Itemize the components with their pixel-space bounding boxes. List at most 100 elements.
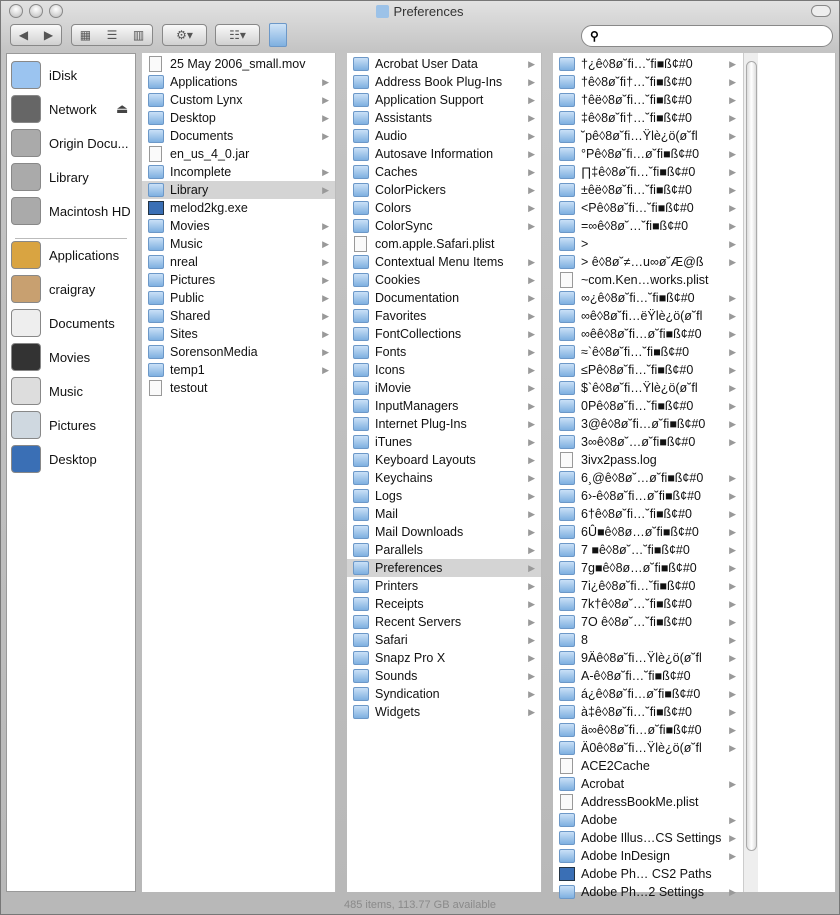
list-item[interactable]: 3ivx2pass.log (553, 451, 742, 469)
list-item[interactable]: melod2kg.exe (142, 199, 335, 217)
sidebar-item[interactable]: Applications (11, 240, 119, 270)
list-item[interactable]: <Pê◊8ø˘fi…˘fi■ß¢#0 ▶ (553, 199, 742, 217)
list-item[interactable]: Parallels ▶ (347, 541, 541, 559)
list-item[interactable]: Pictures ▶ (142, 271, 335, 289)
list-item[interactable]: nreal ▶ (142, 253, 335, 271)
list-item[interactable]: Incomplete ▶ (142, 163, 335, 181)
list-item[interactable]: en_us_4_0.jar (142, 145, 335, 163)
list-item[interactable]: Desktop ▶ (142, 109, 335, 127)
list-item[interactable]: Adobe InDesign ▶ (553, 847, 742, 865)
list-item[interactable]: 6Û■ê◊8ø…ø˘fi■ß¢#0 ▶ (553, 523, 742, 541)
list-item[interactable]: ≈`ê◊8ø˘fi…˘fi■ß¢#0 ▶ (553, 343, 742, 361)
list-item[interactable]: Adobe Ph… CS2 Paths (553, 865, 742, 883)
list-item[interactable]: temp1 ▶ (142, 361, 335, 379)
list-item[interactable]: ˘pê◊8ø˘fi…Ÿlè¿ö(ø˘fl ▶ (553, 127, 742, 145)
list-item[interactable]: Acrobat User Data ▶ (347, 55, 541, 73)
back-button[interactable]: ◀ (19, 28, 28, 42)
column-view-button[interactable]: ▥ (133, 28, 144, 42)
list-item[interactable]: Assistants ▶ (347, 109, 541, 127)
list-item[interactable]: Widgets ▶ (347, 703, 541, 721)
list-item[interactable]: Colors ▶ (347, 199, 541, 217)
list-item[interactable]: ∞ê◊8ø˘fi…ëŸlè¿ö(ø˘fl ▶ (553, 307, 742, 325)
list-item[interactable]: Library ▶ (142, 181, 335, 199)
list-item[interactable]: ColorSync ▶ (347, 217, 541, 235)
list-item[interactable]: Ä0ê◊8ø˘fi…Ÿlè¿ö(ø˘fl ▶ (553, 739, 742, 757)
eject-icon[interactable]: ⏏ (116, 101, 128, 117)
sidebar-item[interactable]: Movies (11, 342, 90, 372)
list-item[interactable]: Fonts ▶ (347, 343, 541, 361)
list-item[interactable]: FontCollections ▶ (347, 325, 541, 343)
sidebar-item[interactable]: Network ⏏ (11, 94, 128, 124)
list-item[interactable]: Recent Servers ▶ (347, 613, 541, 631)
list-item[interactable]: Documents ▶ (142, 127, 335, 145)
list-item[interactable]: °Pê◊8ø˘fi…ø˘fi■ß¢#0 ▶ (553, 145, 742, 163)
list-item[interactable]: Contextual Menu Items ▶ (347, 253, 541, 271)
icon-view-button[interactable]: ▦ (80, 28, 91, 42)
list-item[interactable]: ‡ê◊8ø˘fi†…˘fi■ß¢#0 ▶ (553, 109, 742, 127)
list-item[interactable]: =∞ê◊8ø˘…˘fi■ß¢#0 ▶ (553, 217, 742, 235)
list-item[interactable]: à‡ê◊8ø˘fi…˘fi■ß¢#0 ▶ (553, 703, 742, 721)
toolbar-toggle-button[interactable] (811, 5, 831, 17)
list-item[interactable]: iMovie ▶ (347, 379, 541, 397)
list-item[interactable]: 8 ▶ (553, 631, 742, 649)
list-item[interactable]: 6†ê◊8ø˘fi…˘fi■ß¢#0 ▶ (553, 505, 742, 523)
list-item[interactable]: Caches ▶ (347, 163, 541, 181)
list-item[interactable]: Mail Downloads ▶ (347, 523, 541, 541)
list-item[interactable]: Safari ▶ (347, 631, 541, 649)
list-item[interactable]: †ê◊8ø˘fi†…˘fi■ß¢#0 ▶ (553, 73, 742, 91)
list-item[interactable]: Address Book Plug-Ins ▶ (347, 73, 541, 91)
list-item[interactable]: á¿ê◊8ø˘fi…ø˘fi■ß¢#0 ▶ (553, 685, 742, 703)
list-item[interactable]: Keychains ▶ (347, 469, 541, 487)
sidebar-item[interactable]: iDisk (11, 60, 77, 90)
list-item[interactable]: Preferences ▶ (347, 559, 541, 577)
list-item[interactable]: Music ▶ (142, 235, 335, 253)
list-item[interactable]: Icons ▶ (347, 361, 541, 379)
list-item[interactable]: > ▶ (553, 235, 742, 253)
list-item[interactable]: Snapz Pro X ▶ (347, 649, 541, 667)
list-item[interactable]: Acrobat ▶ (553, 775, 742, 793)
list-item[interactable]: Syndication ▶ (347, 685, 541, 703)
list-item[interactable]: 7g■ê◊8ø…ø˘fi■ß¢#0 ▶ (553, 559, 742, 577)
list-item[interactable]: Adobe ▶ (553, 811, 742, 829)
list-item[interactable]: 3@ê◊8ø˘fi…ø˘fi■ß¢#0 ▶ (553, 415, 742, 433)
list-item[interactable]: AddressBookMe.plist (553, 793, 742, 811)
list-item[interactable]: Movies ▶ (142, 217, 335, 235)
list-item[interactable]: Shared ▶ (142, 307, 335, 325)
sidebar-item[interactable]: Documents (11, 308, 115, 338)
forward-button[interactable]: ▶ (44, 28, 53, 42)
list-item[interactable]: Audio ▶ (347, 127, 541, 145)
list-item[interactable]: Mail ▶ (347, 505, 541, 523)
list-item[interactable]: Custom Lynx ▶ (142, 91, 335, 109)
list-item[interactable]: com.apple.Safari.plist (347, 235, 541, 253)
list-item[interactable]: Internet Plug-Ins ▶ (347, 415, 541, 433)
list-item[interactable]: 6›-ê◊8ø˘fi…ø˘fi■ß¢#0 ▶ (553, 487, 742, 505)
column-3-scrollbar[interactable] (743, 53, 758, 892)
sidebar-item[interactable]: Music (11, 376, 83, 406)
list-item[interactable]: 7i¿ê◊8ø˘fi…˘fi■ß¢#0 ▶ (553, 577, 742, 595)
sidebar-item[interactable]: Library (11, 162, 89, 192)
list-item[interactable]: ColorPickers ▶ (347, 181, 541, 199)
list-item[interactable]: 0Pê◊8ø˘fi…˘fi■ß¢#0 ▶ (553, 397, 742, 415)
list-item[interactable]: 6¸@ê◊8ø˘…ø˘fi■ß¢#0 ▶ (553, 469, 742, 487)
list-item[interactable]: ~com.Ken…works.plist (553, 271, 742, 289)
action-menu-button[interactable]: ⚙▾ (162, 24, 207, 46)
list-item[interactable]: ≤Pê◊8ø˘fi…˘fi■ß¢#0 ▶ (553, 361, 742, 379)
list-item[interactable]: Public ▶ (142, 289, 335, 307)
list-item[interactable]: Sites ▶ (142, 325, 335, 343)
list-item[interactable]: ∞¿ê◊8ø˘fi…˘fi■ß¢#0 ▶ (553, 289, 742, 307)
list-item[interactable]: †êë◊8ø˘fi…˘fi■ß¢#0 ▶ (553, 91, 742, 109)
scroll-thumb[interactable] (746, 61, 757, 851)
sidebar-item[interactable]: Desktop (11, 444, 97, 474)
list-item[interactable]: ACE2Cache (553, 757, 742, 775)
list-item[interactable]: Printers ▶ (347, 577, 541, 595)
sidebar-item[interactable]: Pictures (11, 410, 96, 440)
sidebar-item[interactable]: Origin Docu... (11, 128, 128, 158)
list-item[interactable]: Autosave Information ▶ (347, 145, 541, 163)
list-item[interactable]: Keyboard Layouts ▶ (347, 451, 541, 469)
list-item[interactable]: ∞êê◊8ø˘fi…ø˘fi■ß¢#0 ▶ (553, 325, 742, 343)
list-item[interactable]: 9Äê◊8ø˘fi…Ÿlè¿ö(ø˘fl ▶ (553, 649, 742, 667)
list-item[interactable]: ±êë◊8ø˘fi…˘fi■ß¢#0 ▶ (553, 181, 742, 199)
list-item[interactable]: Application Support ▶ (347, 91, 541, 109)
list-item[interactable]: 3∞ê◊8ø˘…ø˘fi■ß¢#0 ▶ (553, 433, 742, 451)
list-item[interactable]: Receipts ▶ (347, 595, 541, 613)
